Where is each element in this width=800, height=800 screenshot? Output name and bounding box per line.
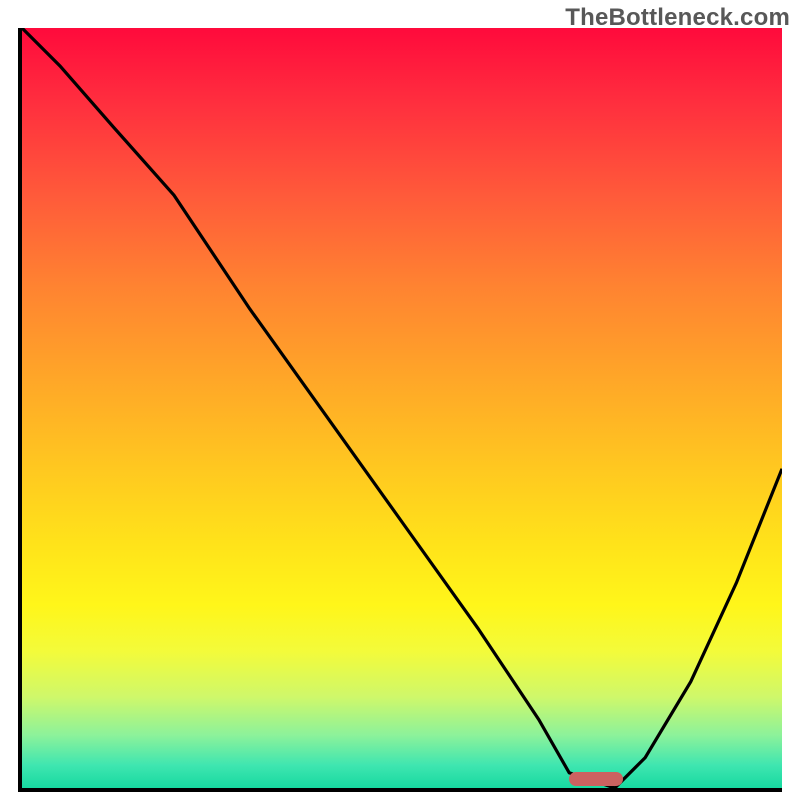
axes-frame — [18, 28, 782, 792]
chart-canvas: TheBottleneck.com — [0, 0, 800, 800]
